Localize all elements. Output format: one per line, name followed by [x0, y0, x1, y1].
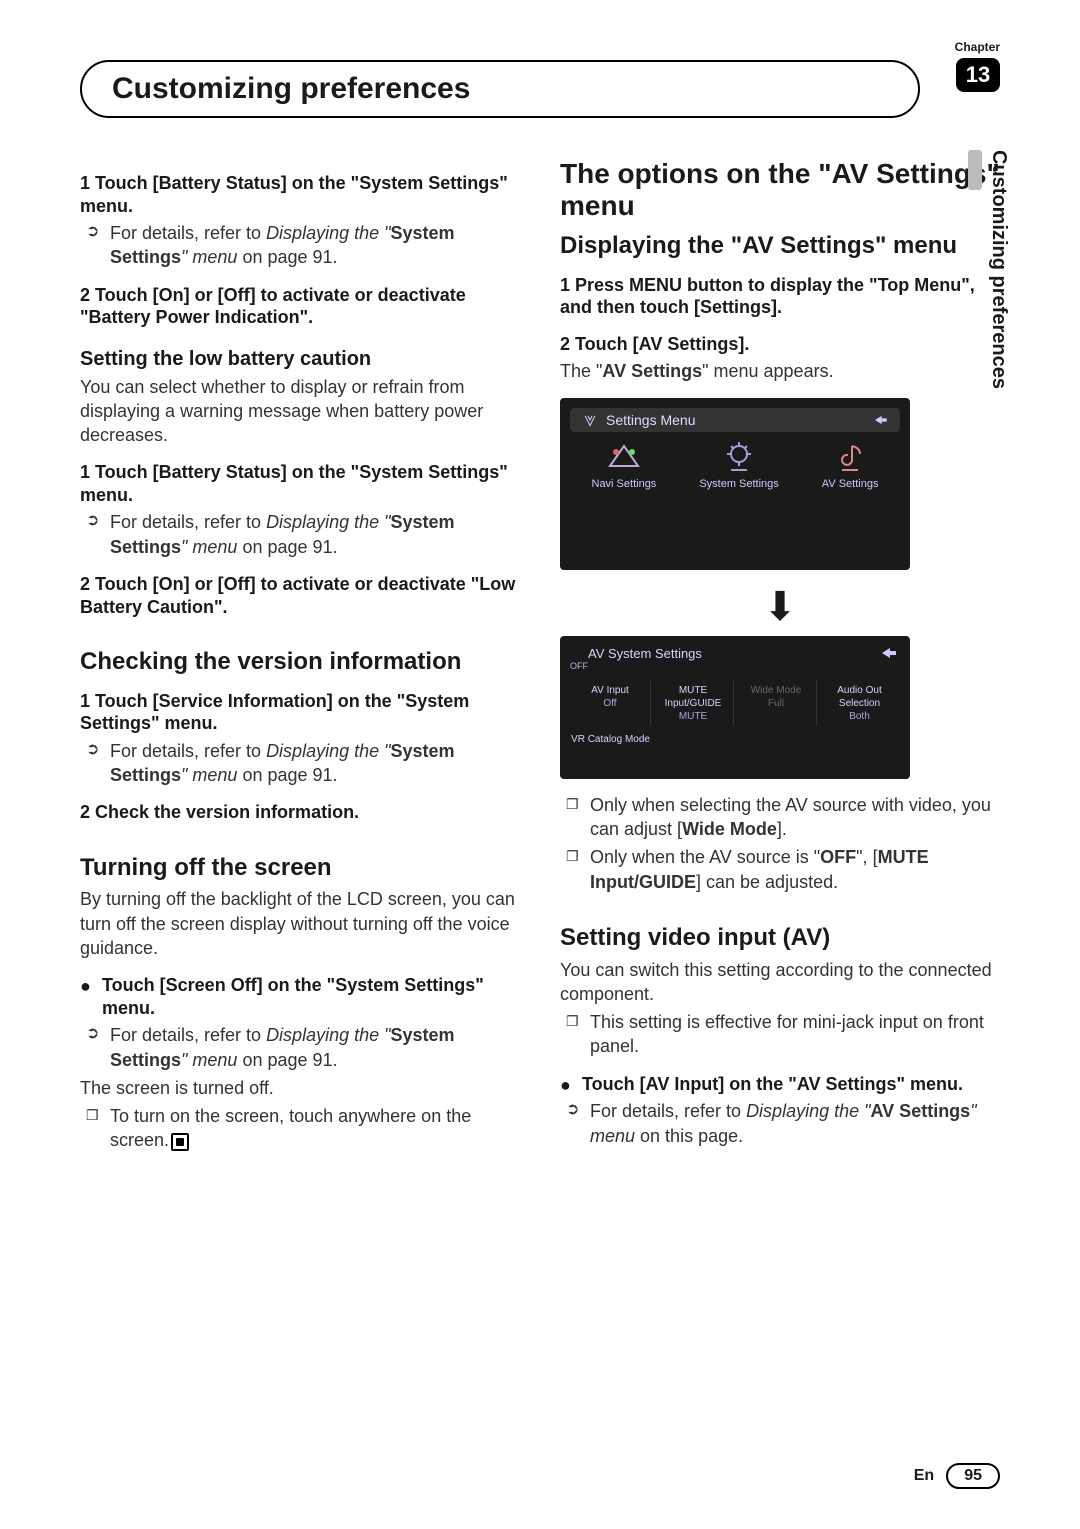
left-column: 1 Touch [Battery Status] on the "System …: [80, 158, 520, 1157]
step: 2 Touch [AV Settings].: [560, 333, 1000, 356]
end-icon: [171, 1133, 189, 1151]
cross-reference: For details, refer to Displaying the "Sy…: [110, 221, 520, 270]
note-text: This setting is effective for mini-jack …: [590, 1010, 1000, 1059]
side-tab-marker: [968, 150, 982, 190]
page-title: Customizing preferences: [80, 60, 920, 118]
screen-title: AV System Settings: [588, 646, 702, 661]
setting-cell: VR Catalog Mode: [570, 730, 651, 749]
page-number: 95: [946, 1463, 1000, 1489]
setting-cell: Wide ModeFull: [736, 681, 817, 726]
body-text: By turning off the backlight of the LCD …: [80, 887, 520, 960]
off-indicator: OFF: [570, 661, 702, 671]
setting-cell: MUTE Input/GUIDEMUTE: [653, 681, 734, 726]
step: 1 Touch [Battery Status] on the "System …: [80, 461, 520, 506]
right-column: The options on the "AV Settings" menu Di…: [560, 158, 1000, 1157]
cross-reference: For details, refer to Displaying the "Sy…: [110, 739, 520, 788]
menu-item-av: AV Settings: [822, 442, 879, 490]
note-text: Only when the AV source is "OFF", [MUTE …: [590, 845, 1000, 894]
section-heading: Setting the low battery caution: [80, 347, 520, 371]
chapter-indicator: Chapter 13: [955, 40, 1000, 92]
step: 1 Touch [Service Information] on the "Sy…: [80, 690, 520, 735]
footer-lang: En: [914, 1467, 934, 1485]
step: 2 Touch [On] or [Off] to activate or dea…: [80, 573, 520, 618]
chapter-number: 13: [956, 58, 1000, 92]
menu-item-system: System Settings: [699, 442, 778, 490]
body-text: The screen is turned off.: [80, 1076, 520, 1100]
setting-cell: AV InputOff: [570, 681, 651, 726]
back-icon: [870, 413, 890, 427]
cross-reference: For details, refer to Displaying the "Sy…: [110, 1023, 520, 1072]
step: 1 Touch [Battery Status] on the "System …: [80, 172, 520, 217]
back-icon: [876, 646, 900, 660]
section-heading: Displaying the "AV Settings" menu: [560, 232, 1000, 260]
section-heading: The options on the "AV Settings" menu: [560, 158, 1000, 222]
setting-cell: Audio Out SelectionBoth: [819, 681, 900, 726]
body-text: You can switch this setting according to…: [560, 958, 1000, 1007]
arrow-down-icon: ⬇: [560, 584, 1000, 630]
menu-item-navi: Navi Settings: [592, 442, 657, 490]
step: 2 Check the version information.: [80, 801, 520, 824]
step: 2 Touch [On] or [Off] to activate or dea…: [80, 284, 520, 329]
screen-title: Settings Menu: [606, 412, 696, 428]
step: Touch [AV Input] on the "AV Settings" me…: [560, 1073, 1000, 1096]
note-text: To turn on the screen, touch anywhere on…: [110, 1104, 520, 1153]
side-tab-label: Customizing preferences: [987, 150, 1010, 389]
body-text: You can select whether to display or ref…: [80, 375, 520, 448]
cross-reference: For details, refer to Displaying the "AV…: [590, 1099, 1000, 1148]
body-text: The "AV Settings" menu appears.: [560, 359, 1000, 383]
screenshot-settings-menu: Settings Menu Navi Settings System Setti…: [560, 398, 910, 570]
antenna-icon: [580, 413, 600, 427]
section-heading: Checking the version information: [80, 648, 520, 676]
chapter-label: Chapter: [955, 40, 1000, 54]
note-text: Only when selecting the AV source with v…: [590, 793, 1000, 842]
screenshot-av-settings: AV System Settings OFF AV InputOff MUTE …: [560, 636, 910, 779]
section-heading: Turning off the screen: [80, 854, 520, 882]
step: 1 Press MENU button to display the "Top …: [560, 274, 1000, 319]
cross-reference: For details, refer to Displaying the "Sy…: [110, 510, 520, 559]
page-footer: En 95: [914, 1463, 1000, 1489]
step: Touch [Screen Off] on the "System Settin…: [80, 974, 520, 1019]
section-heading: Setting video input (AV): [560, 924, 1000, 952]
